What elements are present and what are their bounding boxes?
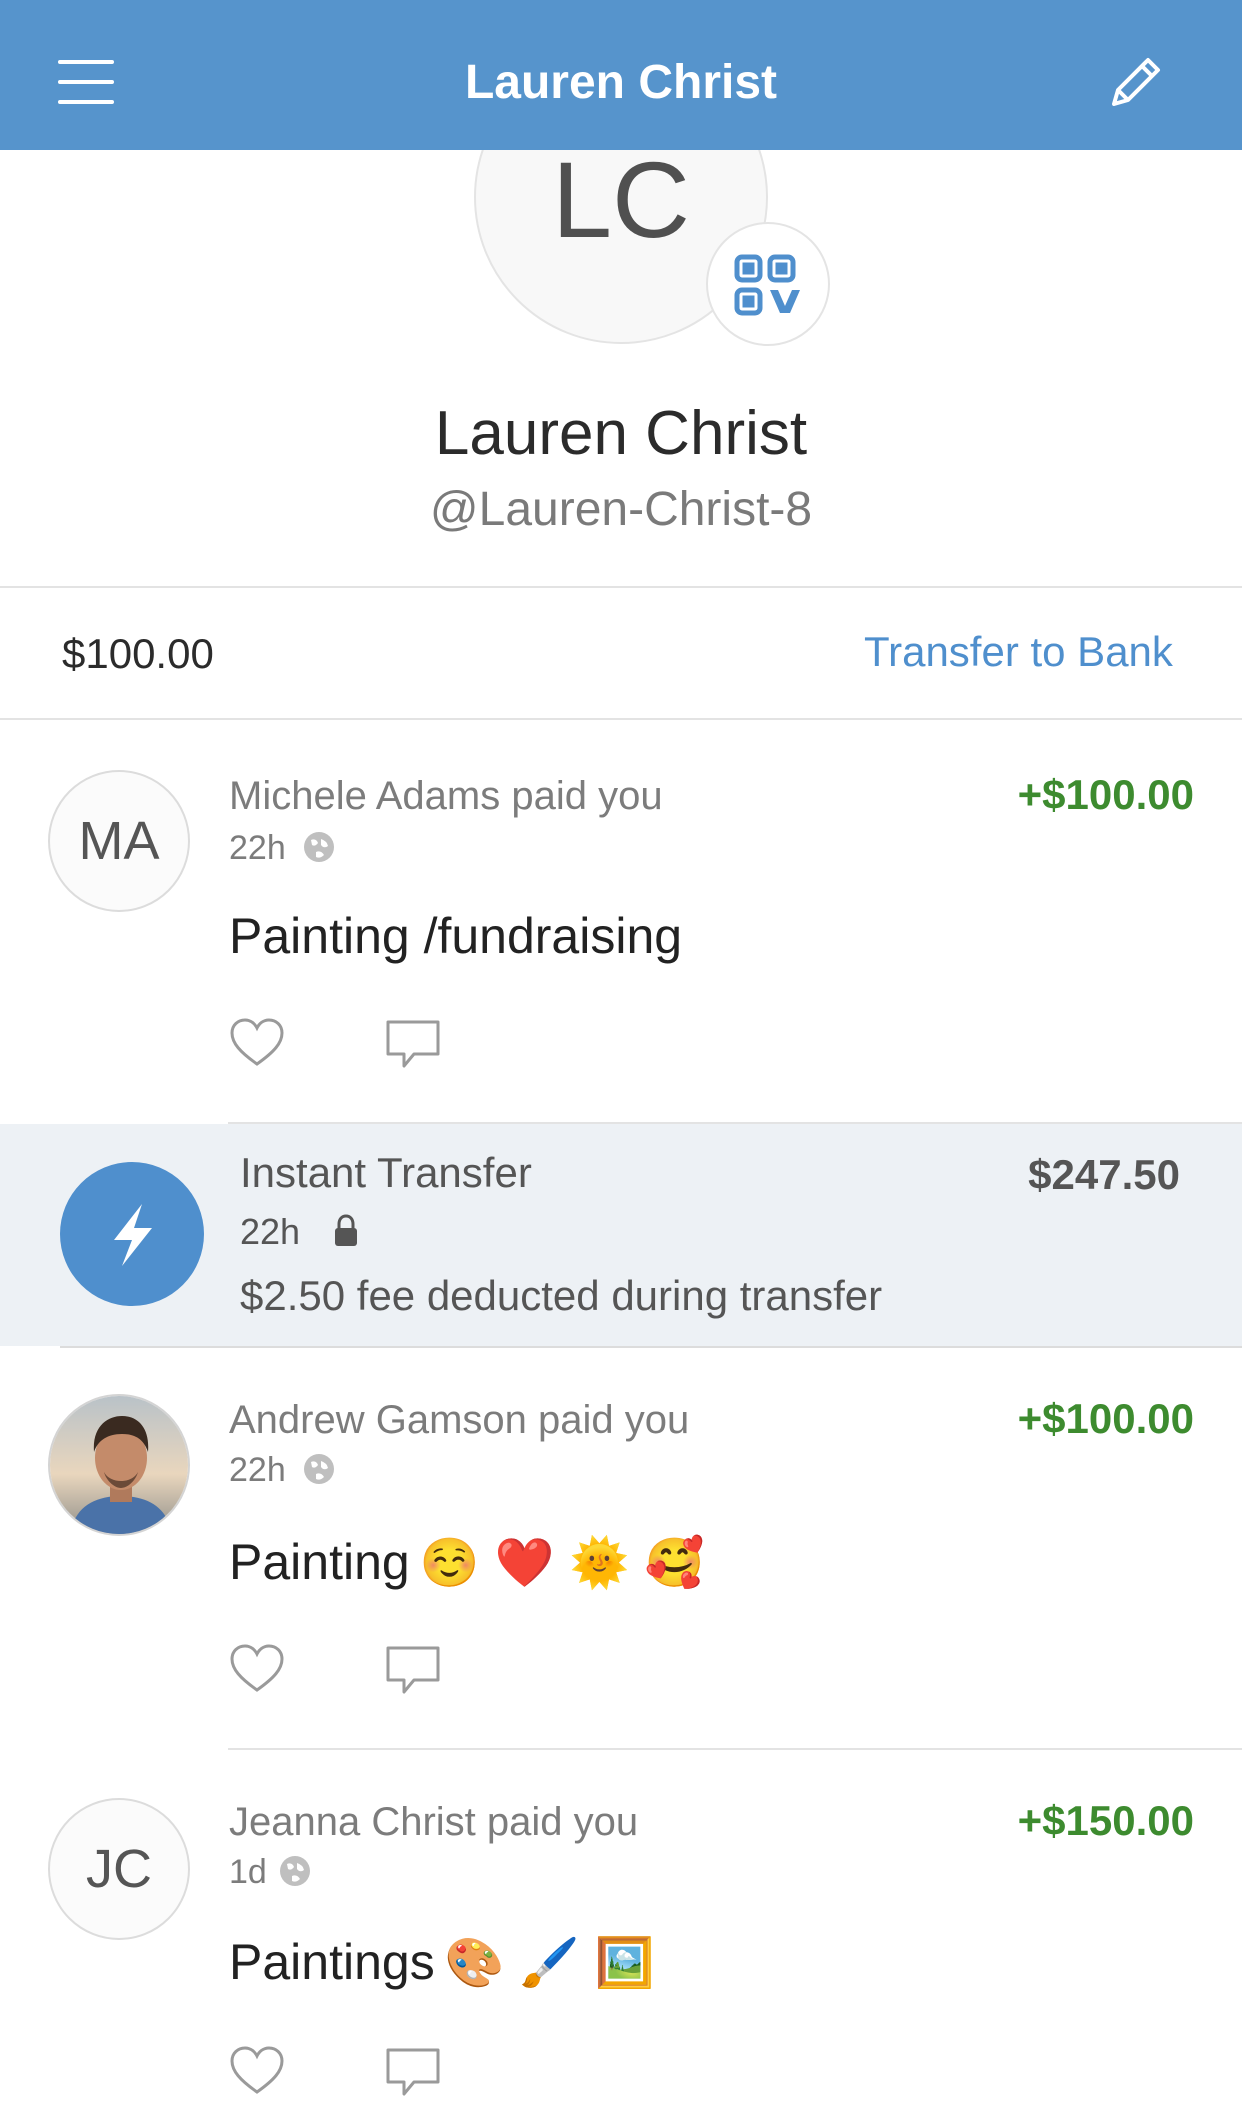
- feed-item-title: Jeanna Christ paid you: [229, 1800, 639, 1844]
- feed-item-time: 22h: [229, 1451, 286, 1489]
- feed-item-amount: +$150.00: [1017, 1797, 1194, 1844]
- comment-icon[interactable]: [382, 1640, 444, 1702]
- feed-item-time: 22h: [240, 1211, 301, 1252]
- feed-item-amount: $247.50: [1028, 1151, 1180, 1198]
- feed-item[interactable]: Andrew Gamson paid you +$100.00 22h Pain…: [0, 1348, 1242, 1750]
- feed-item-title: Instant Transfer: [240, 1149, 532, 1196]
- feed-item-note-text: Painting /fundraising: [229, 908, 683, 964]
- globe-icon: [304, 1454, 334, 1484]
- feed-item[interactable]: JC Jeanna Christ paid you +$150.00 1d Pa…: [0, 1750, 1242, 2124]
- avatar[interactable]: MA: [48, 770, 190, 912]
- feed-item-title: Michele Adams paid you: [229, 774, 663, 818]
- feed-item-time: 1d: [229, 1853, 267, 1891]
- profile-name: Lauren Christ: [434, 399, 808, 468]
- divider: [0, 586, 1242, 588]
- nav-title: Lauren Christ: [464, 56, 778, 109]
- globe-icon: [304, 832, 334, 862]
- lightning-icon: [114, 1204, 152, 1266]
- feed-item-emojis: ☺️ ❤️ 🌞 🥰: [419, 1535, 705, 1591]
- feed-item-note: Paintings 🎨 🖌️ 🖼️: [229, 1930, 655, 1995]
- qr-code-button[interactable]: [706, 222, 830, 346]
- balance-amount: $100.00: [62, 630, 214, 677]
- heart-icon[interactable]: [226, 1638, 288, 1700]
- feed-item-amount: +$100.00: [1017, 771, 1194, 818]
- avatar[interactable]: [48, 1394, 190, 1536]
- feed-item-emojis: 🎨 🖌️ 🖼️: [444, 1935, 655, 1991]
- feed-item-note-text: Paintings: [229, 1934, 435, 1990]
- heart-icon[interactable]: [226, 1012, 288, 1074]
- comment-icon[interactable]: [382, 1014, 444, 1076]
- lock-icon: [335, 1214, 357, 1246]
- pencil-icon: [1112, 58, 1160, 106]
- feed-item-note-text: Painting: [229, 1534, 410, 1590]
- feed-item-time: 22h: [229, 829, 286, 867]
- profile-handle: @Lauren-Christ-8: [429, 483, 813, 536]
- feed-item[interactable]: MA Michele Adams paid you +$100.00 22h P…: [0, 720, 1242, 1124]
- feed-item-title: Andrew Gamson paid you: [229, 1398, 690, 1442]
- feed-item-note: Painting /fundraising: [229, 904, 682, 968]
- transfer-to-bank-link[interactable]: Transfer to Bank: [864, 624, 1173, 680]
- avatar[interactable]: JC: [48, 1798, 190, 1940]
- qr-code-icon: [734, 254, 800, 316]
- feed-item-note: $2.50 fee deducted during transfer: [240, 1272, 883, 1319]
- instant-transfer-avatar: [60, 1162, 204, 1306]
- globe-icon: [280, 1856, 310, 1886]
- comment-icon[interactable]: [382, 2042, 444, 2104]
- profile-photo: [50, 1396, 188, 1534]
- feed-item-amount: +$100.00: [1017, 1395, 1194, 1442]
- heart-icon[interactable]: [226, 2040, 288, 2102]
- feed-item-note: Painting ☺️ ❤️ 🌞 🥰: [229, 1530, 705, 1595]
- edit-button[interactable]: [1100, 48, 1170, 118]
